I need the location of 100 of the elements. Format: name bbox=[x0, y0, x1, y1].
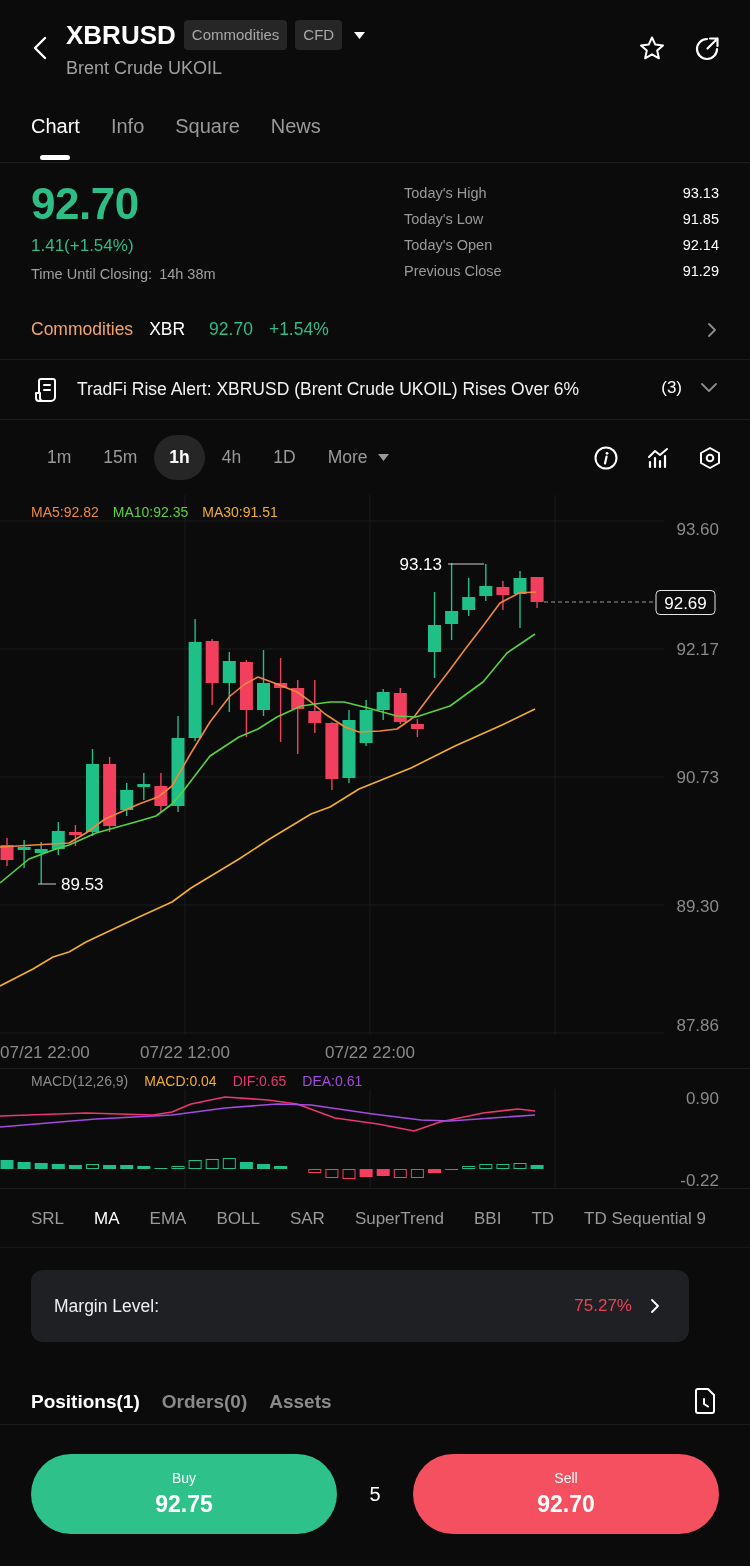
histogram-bar bbox=[137, 1166, 151, 1169]
indicator-tab[interactable]: MA bbox=[94, 1208, 120, 1229]
candle bbox=[530, 576, 544, 609]
indicator-tab[interactable]: SRL bbox=[31, 1208, 65, 1229]
more-dropdown[interactable]: More bbox=[312, 435, 404, 480]
macd-axis-label: 0.90 bbox=[685, 1089, 719, 1108]
tab[interactable]: Chart bbox=[31, 114, 80, 160]
candle bbox=[120, 782, 134, 817]
histogram-bar bbox=[530, 1165, 544, 1169]
ma-legend: MA5:92.82 bbox=[31, 504, 99, 520]
last-price: 92.70 bbox=[31, 179, 139, 229]
share-icon[interactable] bbox=[694, 36, 720, 62]
margin-label: Margin Level: bbox=[54, 1295, 160, 1317]
histogram-bar bbox=[17, 1162, 31, 1169]
chevron-down-icon[interactable] bbox=[701, 383, 717, 392]
histogram-bar bbox=[86, 1164, 99, 1169]
document-icon bbox=[33, 376, 57, 403]
histogram-bar bbox=[513, 1163, 527, 1169]
candle bbox=[359, 699, 373, 747]
interval-tab[interactable]: 1h bbox=[154, 435, 205, 480]
histogram-bar bbox=[103, 1165, 117, 1169]
histogram-bar bbox=[359, 1169, 373, 1177]
stat-label: Today's High bbox=[404, 185, 487, 201]
chevron-right-icon[interactable] bbox=[708, 322, 716, 337]
indicator-tab[interactable]: SAR bbox=[289, 1208, 325, 1229]
candle bbox=[51, 821, 65, 856]
indicator-tab[interactable]: BBI bbox=[474, 1208, 502, 1229]
tab[interactable]: Square bbox=[175, 114, 240, 160]
market-tag: CFD bbox=[295, 20, 343, 50]
stat-value: 91.29 bbox=[682, 263, 719, 279]
low-price-marker: 89.53 bbox=[61, 875, 104, 894]
price-axis-label: 87.86 bbox=[676, 1016, 719, 1035]
candle bbox=[496, 580, 510, 611]
histogram-bar bbox=[51, 1164, 65, 1169]
market-tag: Commodities bbox=[183, 20, 288, 50]
back-icon[interactable] bbox=[33, 36, 47, 60]
indicator-chart-icon[interactable] bbox=[646, 445, 670, 470]
candle bbox=[68, 824, 82, 847]
candle bbox=[393, 687, 407, 725]
quantity-value: 5 bbox=[368, 1482, 382, 1507]
candle bbox=[0, 837, 14, 867]
caret-icon[interactable] bbox=[354, 31, 366, 39]
sector-price: 92.70 bbox=[209, 319, 253, 340]
ma-legend: MA10:92.35 bbox=[112, 504, 189, 520]
histogram-bar bbox=[393, 1169, 407, 1178]
tab[interactable]: Info bbox=[110, 114, 145, 160]
sector-ticker: XBR bbox=[149, 319, 186, 340]
tab[interactable]: News bbox=[270, 114, 321, 160]
position-tab[interactable]: Positions(1) bbox=[31, 1389, 140, 1415]
histogram-bar bbox=[462, 1166, 476, 1169]
ma-legend: MA30:91.51 bbox=[202, 504, 278, 520]
histogram-bar bbox=[171, 1166, 185, 1169]
margin-card[interactable]: Margin Level: 75.27% bbox=[31, 1270, 689, 1342]
interval-tab[interactable]: 1m bbox=[32, 435, 87, 480]
sector-category[interactable]: Commodities bbox=[31, 319, 134, 340]
histogram-bar bbox=[34, 1163, 48, 1169]
candle bbox=[137, 772, 151, 801]
position-tab[interactable]: Orders(0) bbox=[161, 1389, 248, 1415]
info-icon[interactable] bbox=[594, 445, 618, 470]
stat-label: Today's Low bbox=[404, 211, 484, 227]
settings-icon[interactable] bbox=[698, 445, 722, 470]
indicator-tab[interactable]: TD bbox=[531, 1208, 555, 1229]
histogram-bar bbox=[239, 1162, 253, 1169]
star-icon[interactable] bbox=[639, 36, 665, 61]
leader-line bbox=[447, 563, 485, 565]
macd-legend: DEA:0.61 bbox=[302, 1073, 363, 1089]
caret-icon bbox=[377, 454, 389, 461]
histogram-bar bbox=[428, 1169, 441, 1173]
histogram-bar bbox=[308, 1169, 322, 1173]
candle bbox=[479, 563, 493, 602]
candle bbox=[410, 718, 424, 738]
histogram-bar bbox=[68, 1165, 82, 1169]
interval-tab[interactable]: 4h bbox=[206, 435, 257, 480]
candle bbox=[17, 839, 31, 869]
macd-legend: DIF:0.65 bbox=[232, 1073, 287, 1089]
interval-tab[interactable]: 1D bbox=[258, 435, 311, 480]
time-axis-label: 07/22 22:00 bbox=[325, 1043, 415, 1062]
price-axis-label: 90.73 bbox=[676, 768, 719, 787]
candle bbox=[325, 721, 339, 791]
document-clock-icon[interactable] bbox=[693, 1388, 717, 1414]
alert-message[interactable]: TradFi Rise Alert: XBRUSD (Brent Crude UKOIL) Rises Over 6% bbox=[77, 379, 580, 400]
candle bbox=[376, 688, 390, 721]
stat-value: 92.14 bbox=[682, 237, 719, 253]
time-axis-label: 07/21 22:00 bbox=[0, 1043, 90, 1062]
leader-line bbox=[37, 883, 57, 885]
price-change: 1.41(+1.54%) bbox=[31, 235, 134, 257]
indicator-tab[interactable]: EMA bbox=[149, 1208, 187, 1229]
price-axis-label: 92.17 bbox=[676, 640, 719, 659]
indicator-tab[interactable]: BOLL bbox=[216, 1208, 260, 1229]
indicator-tab[interactable]: SuperTrend bbox=[354, 1208, 445, 1229]
high-price-marker: 93.13 bbox=[399, 555, 442, 574]
price-axis-label: 89.30 bbox=[676, 897, 719, 916]
indicator-tab[interactable]: TD Sequential 9 bbox=[584, 1208, 706, 1229]
candle bbox=[462, 577, 476, 617]
instrument-name: Brent Crude UKOIL bbox=[66, 57, 223, 80]
position-tab[interactable]: Assets bbox=[269, 1389, 332, 1415]
histogram-bar bbox=[376, 1169, 390, 1176]
interval-tab[interactable]: 15m bbox=[88, 435, 153, 480]
histogram-bar bbox=[274, 1166, 288, 1169]
price-axis-label: 93.60 bbox=[676, 520, 719, 539]
